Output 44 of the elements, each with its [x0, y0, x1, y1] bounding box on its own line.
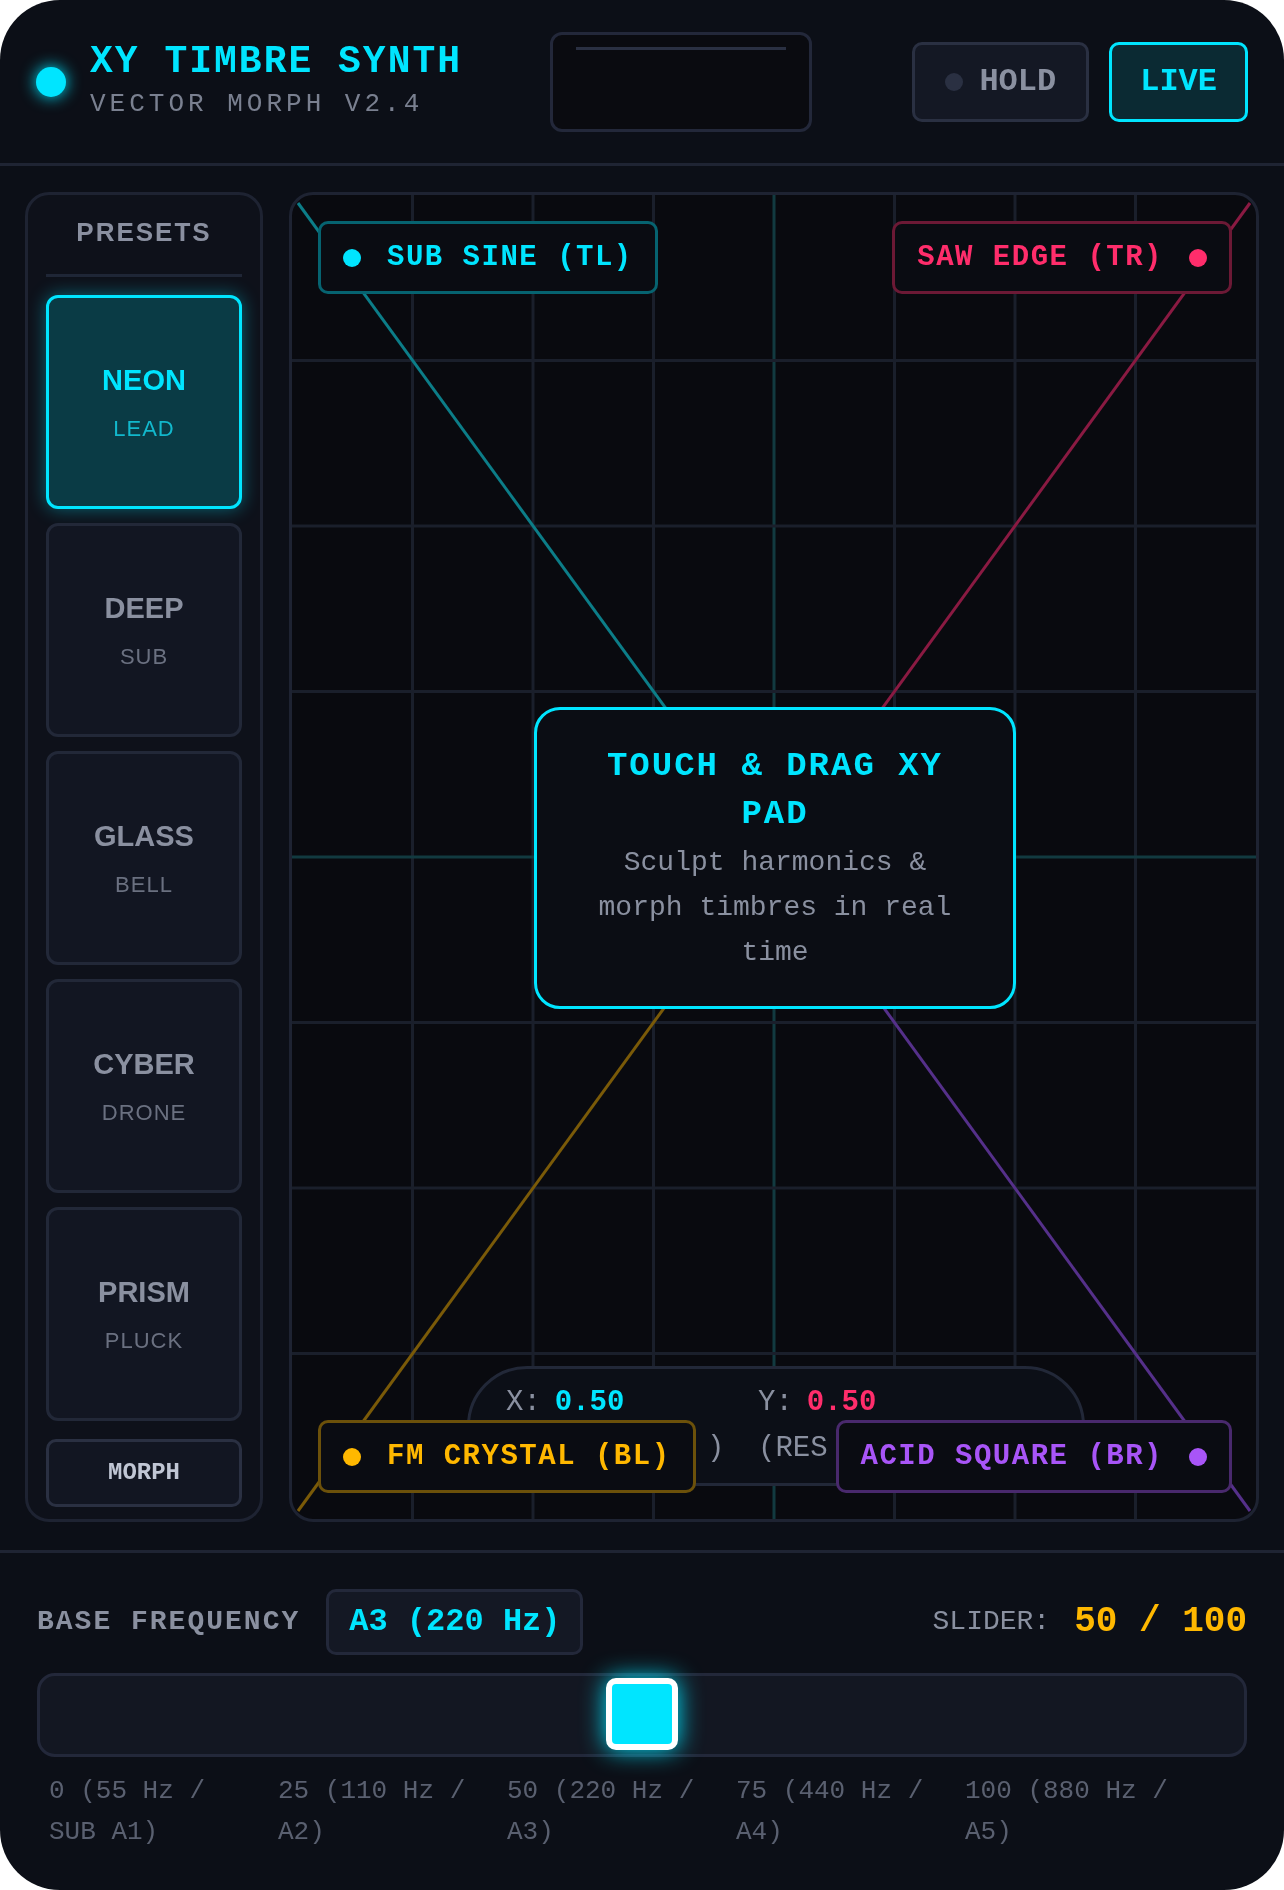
slider-value: 50 / 100 — [1074, 1600, 1247, 1644]
preset-card[interactable]: CYBER DRONE — [46, 979, 242, 1193]
y-label: Y: — [758, 1385, 793, 1421]
presets-title: PRESETS — [76, 216, 212, 249]
slider-label: SLIDER: — [932, 1605, 1051, 1639]
morph-button[interactable]: MORPH — [46, 1439, 242, 1507]
hold-button[interactable]: HOLD — [912, 41, 1090, 122]
xy-pad[interactable]: TOUCH & DRAG XY PAD Sculpt harmonics & morph timbres in real time X: 0.50 Y: 0.50 ) (RES SUB SINE (TL) SAW EDGE (TR) FM CRYSTAL (BL) ACID SQUARE (BR) — [289, 192, 1259, 1522]
preset-type: LEAD — [113, 415, 175, 444]
preset-card[interactable]: GLASS BELL — [46, 751, 242, 965]
x-label: X: — [506, 1385, 541, 1421]
preset-name: PRISM — [98, 1274, 190, 1310]
live-button[interactable]: LIVE — [1109, 41, 1248, 122]
preset-card[interactable]: NEON LEAD — [46, 295, 242, 509]
hint-text: Sculpt harmonics & morph timbres in real time — [597, 845, 953, 970]
tick-label: 50 (220 Hz / A3) — [507, 1775, 696, 1849]
tick-label: 0 (55 Hz / SUB A1) — [49, 1775, 207, 1849]
tick-label: 75 (440 Hz / A4) — [736, 1775, 925, 1849]
tick-label: 25 (110 Hz / A2) — [278, 1775, 467, 1849]
y-value: 0.50 — [806, 1385, 877, 1421]
preset-name: GLASS — [94, 818, 194, 854]
preset-type: PLUCK — [104, 1327, 184, 1356]
y-note: (RES — [758, 1431, 828, 1467]
app-title: XY TIMBRE SYNTH — [90, 39, 463, 85]
preset-card[interactable]: PRISM PLUCK — [46, 1207, 242, 1421]
note-value: A3 (220 Hz) — [326, 1589, 584, 1655]
corner-label-text: SAW EDGE (TR) — [917, 239, 1163, 276]
preset-card[interactable]: DEEP SUB — [46, 523, 242, 737]
slider-thumb[interactable] — [606, 1678, 678, 1750]
preset-type: SUB — [119, 643, 169, 672]
x-value: 0.50 — [554, 1385, 625, 1421]
corner-label-text: SUB SINE (TL) — [387, 239, 633, 276]
x-note: ) — [707, 1431, 725, 1467]
corner-label-text: FM CRYSTAL (BL) — [387, 1438, 671, 1475]
preset-name: DEEP — [104, 590, 184, 626]
preset-name: NEON — [102, 362, 186, 398]
preset-type: BELL — [115, 871, 173, 900]
preset-type: DRONE — [101, 1099, 187, 1128]
tick-label: 100 (880 Hz / A5) — [965, 1775, 1169, 1849]
preset-name: CYBER — [93, 1046, 195, 1082]
app-subtitle: VECTOR MORPH V2.4 — [90, 88, 425, 121]
frequency-label: BASE FREQUENCY — [37, 1605, 301, 1639]
hint-title: TOUCH & DRAG XY PAD — [605, 745, 945, 835]
corner-label-text: ACID SQUARE (BR) — [860, 1438, 1163, 1475]
